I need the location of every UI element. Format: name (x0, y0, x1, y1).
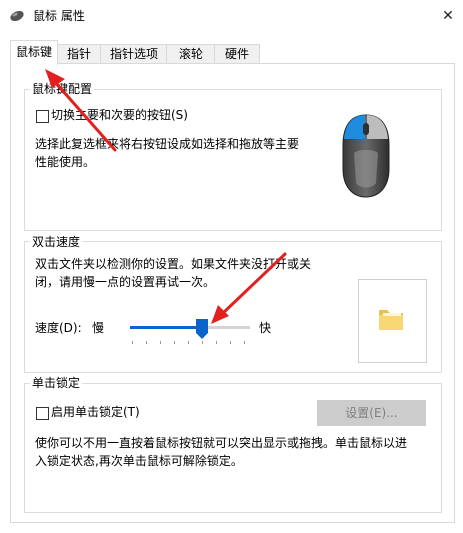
slider-tick (146, 341, 147, 344)
tab-label: 鼠标键 (15, 45, 52, 59)
close-button[interactable]: ✕ (433, 0, 463, 32)
swap-buttons-checkbox[interactable] (36, 110, 49, 123)
close-icon: ✕ (442, 8, 454, 24)
settings-button-label: 设置(E)... (345, 406, 398, 420)
tab-pointer-options[interactable]: 指针选项 (100, 44, 168, 64)
swap-buttons-label[interactable]: 切换主要和次要的按钮(S) (51, 106, 188, 124)
button-config-description-1: 选择此复选框来将右按钮设成如选择和拖放等主要 (35, 137, 300, 151)
button-config-description-2: 性能使用。 (35, 155, 96, 169)
tab-label: 滚轮 (178, 47, 203, 61)
tab-wheel[interactable]: 滚轮 (166, 44, 216, 64)
slider-tick (244, 341, 245, 344)
speed-slider[interactable] (128, 316, 252, 346)
tab-label: 指针 (66, 47, 91, 61)
slider-tick (216, 341, 217, 344)
click-lock-label: 单击锁定 (30, 376, 83, 390)
tab-hardware[interactable]: 硬件 (214, 44, 260, 64)
slider-tick (160, 341, 161, 344)
fast-label: 快 (259, 321, 272, 335)
folder-icon[interactable] (376, 304, 406, 334)
click-lock-description-2: 入锁定状态,再次单击鼠标可解除锁定。 (35, 454, 243, 468)
tab-pointers[interactable]: 指针 (56, 44, 102, 64)
double-click-description-1: 双击文件夹以检测你的设置。如果文件夹没打开或关 (35, 257, 312, 271)
slider-tick (230, 341, 231, 344)
slider-fill (130, 326, 202, 329)
button-config-label: 鼠标键配置 (30, 82, 95, 96)
double-click-label: 双击速度 (30, 235, 83, 249)
click-lock-checkbox-label[interactable]: 启用单击锁定(T) (51, 403, 140, 421)
tab-label: 硬件 (224, 47, 249, 61)
click-lock-description-1: 使你可以不用一直按着鼠标按钮就可以突出显示或拖拽。单击鼠标以进 (35, 436, 408, 450)
tab-label: 指针选项 (109, 47, 158, 61)
slider-tick (202, 341, 203, 344)
click-lock-checkbox[interactable] (36, 407, 49, 420)
click-lock-settings-button[interactable]: 设置(E)... (317, 400, 426, 426)
speed-label: 速度(D): (35, 321, 82, 335)
tab-mouse-buttons[interactable]: 鼠标键 (10, 40, 58, 65)
slider-tick (132, 341, 133, 344)
slider-tick (174, 341, 175, 344)
slider-thumb[interactable] (196, 319, 208, 339)
window-title: 鼠标 属性 (33, 9, 85, 23)
double-click-description-2: 闭，请用慢一点的设置再试一次。 (35, 275, 216, 289)
test-area[interactable] (358, 279, 427, 363)
slow-label: 慢 (92, 321, 105, 335)
slider-tick (188, 341, 189, 344)
mouse-illustration (340, 113, 392, 199)
mouse-icon (9, 9, 25, 23)
title-bar: 鼠标 属性 ✕ (0, 0, 463, 32)
